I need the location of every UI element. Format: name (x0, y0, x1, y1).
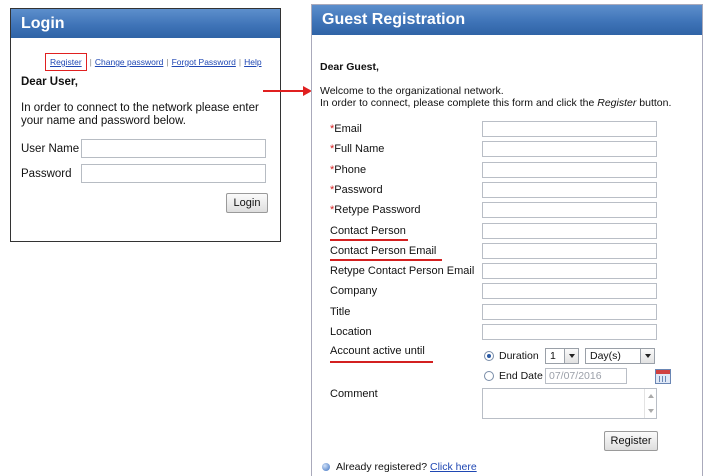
password-label: Password (21, 167, 72, 180)
already-registered-text: Already registered? (336, 461, 428, 473)
field-label: Contact Person Email (330, 245, 437, 257)
annotation-arrow-line (263, 90, 305, 92)
username-row: User Name (21, 139, 266, 158)
field-label: *Email (330, 123, 362, 135)
field-input[interactable] (482, 162, 657, 178)
username-label: User Name (21, 142, 80, 155)
password-row: Password (21, 164, 266, 183)
login-button[interactable]: Login (226, 193, 268, 213)
field-input[interactable] (482, 121, 657, 137)
field-row: *Email (330, 121, 657, 137)
field-row: Title (330, 304, 657, 320)
field-row: *Full Name (330, 141, 657, 157)
contact-person-underline (330, 239, 408, 241)
field-row: Location (330, 324, 657, 340)
field-input[interactable] (482, 304, 657, 320)
field-label: Contact Person (330, 225, 406, 237)
comment-textarea[interactable] (482, 388, 657, 419)
account-active-label: Account active until (330, 345, 425, 357)
contact-email-underline (330, 259, 442, 261)
field-input[interactable] (482, 324, 657, 340)
duration-radio[interactable] (484, 351, 494, 361)
login-body: Dear User, In order to connect to the ne… (21, 76, 270, 128)
field-label: *Retype Password (330, 204, 421, 216)
register-highlight: Register (45, 53, 87, 71)
guest-registration-panel: Guest Registration Dear Guest, Welcome t… (311, 4, 703, 476)
field-row: *Phone (330, 162, 657, 178)
login-header: Login (11, 9, 280, 38)
field-input[interactable] (482, 283, 657, 299)
field-label: Location (330, 326, 372, 338)
field-label: Title (330, 306, 351, 318)
guest-greeting: Dear Guest, (320, 61, 379, 73)
field-input[interactable] (482, 182, 657, 198)
comment-row: Comment (330, 388, 657, 419)
password-input[interactable] (81, 164, 266, 183)
field-label: *Phone (330, 164, 367, 176)
field-row: Company (330, 283, 657, 299)
field-input[interactable] (482, 141, 657, 157)
login-greeting: Dear User, (21, 76, 78, 88)
duration-row: Duration 1 Day(s) (484, 348, 655, 364)
guest-welcome: Welcome to the organizational network. (320, 85, 504, 97)
field-row: *Password (330, 182, 657, 198)
register-button[interactable]: Register (604, 431, 658, 451)
register-link[interactable]: Register (50, 57, 82, 67)
field-row: *Retype Password (330, 202, 657, 218)
username-input[interactable] (81, 139, 266, 158)
login-links: Register | Change password | Forgot Password… (45, 53, 262, 71)
login-panel: Login Register | Change password | Forgot Pa… (10, 8, 281, 242)
duration-unit-select[interactable]: Day(s) (585, 348, 655, 364)
field-row: Contact Person (330, 223, 657, 239)
end-date-input[interactable]: 07/07/2016 (545, 368, 627, 384)
field-row: Retype Contact Person Email (330, 263, 657, 279)
end-date-radio[interactable] (484, 371, 494, 381)
help-link[interactable]: Help (244, 57, 261, 67)
end-date-label: End Date (499, 370, 543, 382)
login-intro: In order to connect to the network pleas… (21, 102, 259, 127)
field-input[interactable] (482, 263, 657, 279)
login-title: Login (21, 14, 65, 32)
forgot-password-link[interactable]: Forgot Password (172, 57, 236, 67)
field-label: *Full Name (330, 143, 385, 155)
chevron-down-icon (564, 349, 578, 363)
duration-label: Duration (499, 350, 539, 362)
field-input[interactable] (482, 202, 657, 218)
guest-header: Guest Registration (312, 5, 702, 35)
guest-instruction: In order to connect, please complete thi… (320, 97, 672, 109)
calendar-icon[interactable] (655, 368, 671, 384)
comment-scrollbar[interactable] (644, 389, 656, 418)
field-input[interactable] (482, 243, 657, 259)
already-registered-row: Already registered? Click here (322, 461, 477, 473)
field-row: Contact Person Email (330, 243, 657, 259)
guest-title: Guest Registration (322, 11, 466, 28)
field-label: Company (330, 285, 378, 297)
account-active-row: Account active until (330, 345, 482, 357)
field-label: *Password (330, 184, 383, 196)
comment-label: Comment (330, 388, 378, 400)
account-active-underline (330, 361, 433, 363)
field-label: Retype Contact Person Email (330, 265, 475, 277)
change-password-link[interactable]: Change password (95, 57, 164, 67)
end-date-row: End Date 07/07/2016 (484, 368, 671, 384)
click-here-link[interactable]: Click here (430, 461, 477, 473)
duration-select[interactable]: 1 (545, 348, 579, 364)
bullet-icon (322, 463, 330, 471)
field-input[interactable] (482, 223, 657, 239)
chevron-down-icon (640, 349, 654, 363)
